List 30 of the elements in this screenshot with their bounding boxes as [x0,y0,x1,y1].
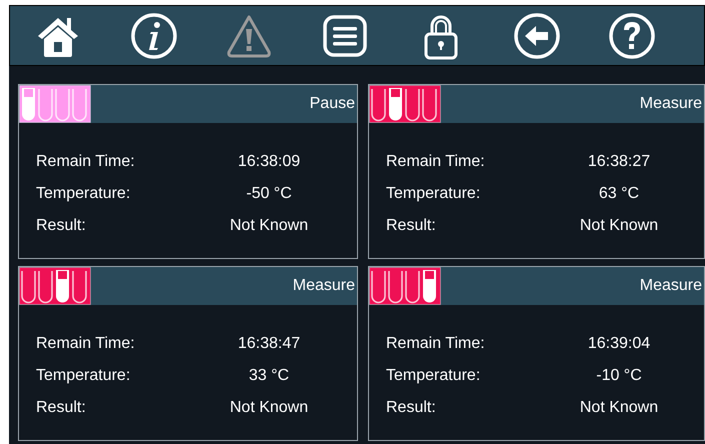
status-label: Measure [640,276,703,296]
field-value: Not Known [228,216,310,236]
field-label: Temperature: [36,184,132,204]
field-label: Result: [386,398,437,418]
info-icon [130,12,178,60]
field-label: Remain Time: [386,334,486,354]
field-label: Remain Time: [386,152,486,172]
field-label: Result: [36,216,87,236]
field-label: Temperature: [36,366,132,386]
field-label: Remain Time: [36,152,136,172]
field-value: 16:39:04 [586,334,652,354]
status-label: Measure [292,276,356,296]
field-label: Temperature: [386,184,482,204]
field-value: Not Known [578,216,660,236]
field-label: Result: [386,216,437,236]
field-value: -10 °C [595,366,643,386]
field-label: Remain Time: [36,334,136,354]
field-value: 16:38:47 [236,334,302,354]
field-value: 16:38:27 [586,152,652,172]
field-value: 33 °C [248,366,290,386]
field-value: Not Known [228,398,310,418]
status-label: Measure [640,94,703,114]
field-label: Result: [36,398,87,418]
field-label: Temperature: [386,366,482,386]
field-value: 63 °C [598,184,640,204]
field-value: 16:38:09 [236,152,302,172]
help-icon [608,12,656,60]
field-value: Not Known [578,398,660,418]
field-value: -50 °C [245,184,293,204]
status-label: Pause [310,94,356,114]
